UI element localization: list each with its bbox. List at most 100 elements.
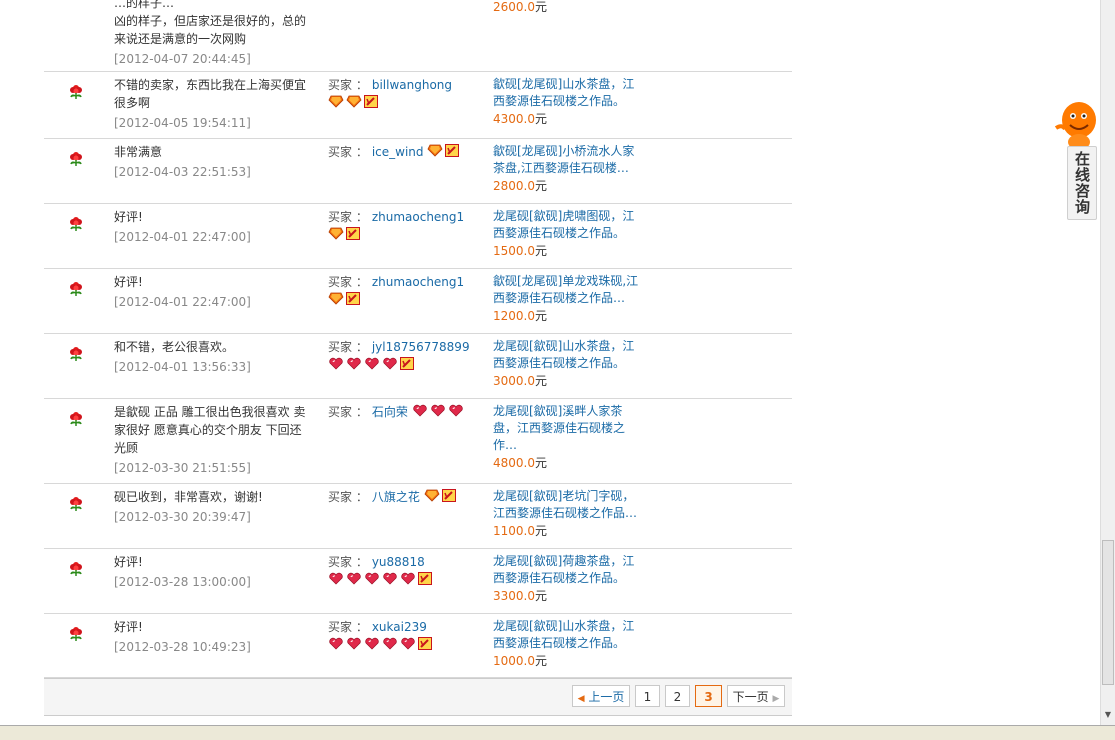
- buyer-name-link[interactable]: xukai239: [372, 620, 427, 634]
- buyer-label: 买家 ：: [328, 555, 368, 569]
- heart-rank-icon: [364, 357, 380, 375]
- diamond-rank-icon: [427, 144, 443, 162]
- comment-line: 很多啊: [114, 96, 151, 110]
- product-title-link[interactable]: 龙尾砚[歙砚]溪畔人家茶盘，江西婺源佳石砚楼之作…: [493, 403, 643, 454]
- review-comment: 是歙砚 正品 雕工很出色我很喜欢 卖家很好 愿意真心的交个朋友 下回还 光顾 [20…: [114, 403, 314, 477]
- comment-line: 好评!: [114, 210, 143, 224]
- buyer-name-link[interactable]: zhumaocheng1: [372, 275, 464, 289]
- price-unit: 元: [535, 456, 548, 470]
- buyer-info: 买家 ： billwanghong: [328, 76, 478, 113]
- diamond-rank-icon: [328, 95, 344, 113]
- online-consult-label[interactable]: 在线咨询: [1067, 146, 1097, 220]
- review-row: 好评! [2012-03-28 13:00:00] 买家 ： yu88818 龙尾砚[…: [44, 549, 792, 614]
- heart-rank-icon: [364, 637, 380, 655]
- product-info: 歙砚[龙尾砚]山水茶盘，江西婺源佳石砚楼之作品。 4300.0元: [493, 76, 643, 128]
- buyer-info: 买家 ： xukai239: [328, 618, 478, 655]
- heart-rank-icon: [346, 572, 362, 590]
- vertical-scrollbar[interactable]: ▼: [1100, 0, 1115, 725]
- buyer-info: 买家 ： 石向荣: [328, 403, 478, 422]
- review-comment: 好评! [2012-03-28 10:49:23]: [114, 618, 314, 656]
- product-title-link[interactable]: 龙尾砚[歙砚]山水茶盘，江西婺源佳石砚楼之作品。: [493, 618, 643, 652]
- product-info: 龙尾砚[歙砚]溪畔人家茶盘，江西婺源佳石砚楼之作… 4800.0元: [493, 403, 643, 472]
- flower-icon: [67, 279, 85, 297]
- diamond-rank-icon: [346, 95, 362, 113]
- buyer-credit-badges: [328, 636, 434, 655]
- buyer-credit-badges: [328, 571, 434, 590]
- product-info: 2600.0元: [493, 0, 643, 16]
- buyer-name-link[interactable]: billwanghong: [372, 78, 452, 92]
- buyer-info: 买家 ： jyl18756778899: [328, 338, 478, 375]
- online-consult-widget[interactable]: 在线咨询: [1052, 96, 1098, 220]
- buyer-name-link[interactable]: yu88818: [372, 555, 425, 569]
- product-title-link[interactable]: 龙尾砚[歙砚]老坑门字砚，江西婺源佳石砚楼之作品…: [493, 488, 643, 522]
- right-arrow-icon: ▶: [772, 694, 780, 704]
- review-date: [2012-03-28 13:00:00]: [114, 575, 251, 589]
- review-comment: 好评! [2012-04-01 22:47:00]: [114, 208, 314, 246]
- price-value: 3300.0: [493, 589, 535, 603]
- left-arrow-icon: ◀: [577, 694, 585, 704]
- buyer-label: 买家 ：: [328, 145, 368, 159]
- flower-icon: [67, 0, 85, 8]
- scrollbar-thumb[interactable]: [1102, 540, 1114, 685]
- vip-badge-icon: [346, 226, 360, 245]
- product-price: 2800.0元: [493, 178, 643, 195]
- flower-icon: [67, 494, 85, 512]
- buyer-info: 买家 ： zhumaocheng1: [328, 208, 478, 245]
- buyer-credit-badges: [328, 356, 416, 375]
- page-2-button[interactable]: 2: [665, 685, 690, 707]
- buyer-info: 买家 ： yu88818: [328, 553, 478, 590]
- comment-line: 来说还是满意的一次网购: [114, 32, 247, 46]
- review-row: 不错的卖家，东西比我在上海买便宜 很多啊 [2012-04-05 19:54:11]…: [44, 72, 792, 139]
- buyer-name-link[interactable]: zhumaocheng1: [372, 210, 464, 224]
- comment-line: 是歙砚 正品 雕工很出色我很喜欢 卖: [114, 405, 306, 419]
- product-price: 2600.0元: [493, 0, 643, 16]
- buyer-label: 买家 ：: [328, 340, 368, 354]
- flower-icon: [67, 344, 85, 362]
- price-value: 4800.0: [493, 456, 535, 470]
- product-title-link[interactable]: 龙尾砚[歙砚]荷趣茶盘，江西婺源佳石砚楼之作品。: [493, 553, 643, 587]
- product-title-link[interactable]: 龙尾砚[歙砚]虎啸图砚，江西婺源佳石砚楼之作品。: [493, 208, 643, 242]
- review-comment: 好评! [2012-03-28 13:00:00]: [114, 553, 314, 591]
- review-comment: 和不错，老公很喜欢。 [2012-04-01 13:56:33]: [114, 338, 314, 376]
- heart-rank-icon: [400, 637, 416, 655]
- heart-rank-icon: [382, 637, 398, 655]
- product-title-link[interactable]: 龙尾砚[歙砚]山水茶盘，江西婺源佳石砚楼之作品。: [493, 338, 643, 372]
- price-value: 3000.0: [493, 374, 535, 388]
- prev-page-button[interactable]: ◀ 上一页: [572, 685, 630, 707]
- product-price: 1100.0元: [493, 523, 643, 540]
- buyer-info: 买家 ： 八旗之花: [328, 488, 478, 507]
- price-unit: 元: [535, 524, 548, 538]
- review-row: 砚已收到，非常喜欢，谢谢! [2012-03-30 20:39:47] 买家 ： 八旗…: [44, 484, 792, 549]
- buyer-name-link[interactable]: ice_wind: [372, 145, 424, 159]
- price-value: 2600.0: [493, 0, 535, 14]
- price-value: 1200.0: [493, 309, 535, 323]
- product-price: 3000.0元: [493, 373, 643, 390]
- heart-rank-icon: [448, 404, 464, 422]
- product-title-link[interactable]: 歙砚[龙尾砚]单龙戏珠砚,江西婺源佳石砚楼之作品…: [493, 273, 643, 307]
- price-value: 1100.0: [493, 524, 535, 538]
- buyer-name-link[interactable]: 石向荣: [372, 405, 408, 419]
- buyer-name-link[interactable]: 八旗之花: [372, 490, 420, 504]
- product-price: 3300.0元: [493, 588, 643, 605]
- comment-line: 好评!: [114, 620, 143, 634]
- price-unit: 元: [535, 244, 548, 258]
- page-3-button[interactable]: 3: [695, 685, 722, 707]
- scroll-down-arrow-icon[interactable]: ▼: [1102, 710, 1114, 724]
- page-1-button[interactable]: 1: [635, 685, 660, 707]
- buyer-credit-badges: [328, 226, 362, 245]
- buyer-credit-badges: [412, 404, 466, 422]
- price-unit: 元: [535, 309, 548, 323]
- review-row: 好评! [2012-04-01 22:47:00] 买家 ： zhumaocheng1…: [44, 269, 792, 334]
- flower-icon: [67, 624, 85, 642]
- review-row: 好评! [2012-04-01 22:47:00] 买家 ： zhumaocheng1…: [44, 204, 792, 269]
- product-title-link[interactable]: 歙砚[龙尾砚]山水茶盘，江西婺源佳石砚楼之作品。: [493, 76, 643, 110]
- review-row: 和不错，老公很喜欢。 [2012-04-01 13:56:33] 买家 ： jyl18…: [44, 334, 792, 399]
- review-comment: 非常满意 [2012-04-03 22:51:53]: [114, 143, 314, 181]
- review-row: 是歙砚 正品 雕工很出色我很喜欢 卖家很好 愿意真心的交个朋友 下回还 光顾 [20…: [44, 399, 792, 484]
- flower-icon: [67, 409, 85, 427]
- buyer-credit-badges: [424, 488, 458, 504]
- buyer-name-link[interactable]: jyl18756778899: [372, 340, 470, 354]
- product-title-link[interactable]: 歙砚[龙尾砚]小桥流水人家茶盘,江西婺源佳石砚楼…: [493, 143, 643, 177]
- buyer-credit-badges: [328, 94, 380, 113]
- next-page-button[interactable]: 下一页 ▶: [727, 685, 785, 707]
